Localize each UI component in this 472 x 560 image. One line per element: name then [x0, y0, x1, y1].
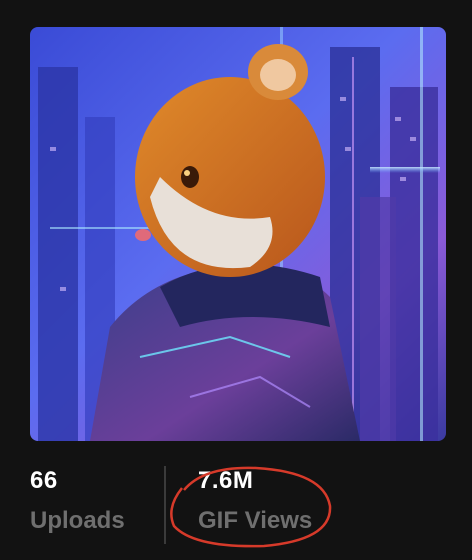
hamster-avatar-icon	[30, 27, 446, 441]
highlight-circle-annotation	[164, 460, 336, 557]
uploads-count: 66	[30, 467, 58, 494]
uploads-stat[interactable]: 66 Uploads	[30, 466, 125, 536]
uploads-label: Uploads	[30, 507, 125, 534]
profile-card: 66 Uploads 7.6M GIF Views	[0, 0, 472, 560]
profile-avatar[interactable]	[30, 27, 446, 441]
